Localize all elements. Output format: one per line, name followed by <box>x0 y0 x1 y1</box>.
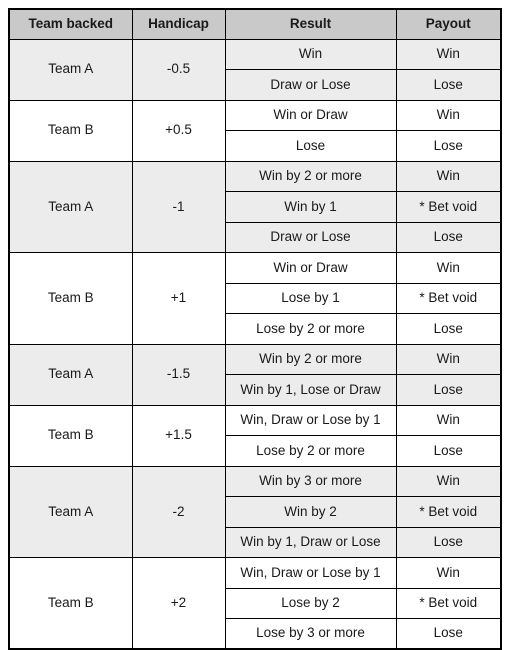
cell-team-backed: Team B <box>8 252 133 345</box>
cell-result: Win by 1 <box>224 191 397 223</box>
cell-payout: * Bet void <box>395 587 502 619</box>
cell-result: Lose by 2 or more <box>224 313 397 345</box>
cell-payout: Win <box>395 160 502 192</box>
cell-handicap: +1.5 <box>131 404 226 467</box>
table-body: Team A -0.5 Win Win Draw or Lose Lose Team B +0… <box>8 38 502 650</box>
cell-handicap: +0.5 <box>131 99 226 162</box>
cell-payout: Lose <box>395 526 502 558</box>
table-header-row: Team backed Handicap Result Payout <box>8 8 502 40</box>
cell-result: Win or Draw <box>224 99 397 131</box>
cell-payout: Lose <box>395 618 502 650</box>
cell-payout: * Bet void <box>395 282 502 314</box>
cell-payout: Lose <box>395 221 502 253</box>
cell-payout: Lose <box>395 69 502 101</box>
cell-result: Win by 2 or more <box>224 160 397 192</box>
cell-handicap: -2 <box>131 465 226 558</box>
cell-payout: Win <box>395 465 502 497</box>
table-row: Team B +1.5 Win, Draw or Lose by 1 Win <box>8 404 502 467</box>
column-header-team-backed: Team backed <box>8 8 133 40</box>
table-row: Team B +2 Win, Draw or Lose by 1 Win <box>8 557 502 650</box>
cell-result: Lose <box>224 130 397 162</box>
cell-result: Win, Draw or Lose by 1 <box>224 557 397 589</box>
cell-payout: Lose <box>395 313 502 345</box>
cell-team-backed: Team A <box>8 343 133 406</box>
cell-result: Win, Draw or Lose by 1 <box>224 404 397 436</box>
cell-result: Draw or Lose <box>224 69 397 101</box>
table-row: Team A -2 Win by 3 or more Win <box>8 465 502 558</box>
cell-team-backed: Team A <box>8 465 133 558</box>
cell-result: Draw or Lose <box>224 221 397 253</box>
table-header: Team backed Handicap Result Payout <box>8 8 502 40</box>
cell-payout: Lose <box>395 374 502 406</box>
table-row: Team A -1 Win by 2 or more Win <box>8 160 502 253</box>
column-header-handicap: Handicap <box>131 8 226 40</box>
cell-result: Lose by 3 or more <box>224 618 397 650</box>
cell-payout: * Bet void <box>395 496 502 528</box>
cell-result: Lose by 2 <box>224 587 397 619</box>
table-row: Team A -0.5 Win Win <box>8 38 502 101</box>
cell-payout: Win <box>395 557 502 589</box>
cell-payout: * Bet void <box>395 191 502 223</box>
column-header-payout: Payout <box>395 8 502 40</box>
cell-result: Win by 2 <box>224 496 397 528</box>
cell-payout: Win <box>395 38 502 70</box>
cell-team-backed: Team B <box>8 557 133 650</box>
cell-payout: Win <box>395 343 502 375</box>
table-row: Team B +0.5 Win or Draw Win <box>8 99 502 162</box>
cell-result: Win by 2 or more <box>224 343 397 375</box>
cell-payout: Lose <box>395 130 502 162</box>
handicap-table-container: Team backed Handicap Result Payout Team … <box>8 8 502 650</box>
cell-result: Lose by 1 <box>224 282 397 314</box>
cell-team-backed: Team A <box>8 160 133 253</box>
cell-result: Win <box>224 38 397 70</box>
cell-handicap: -1.5 <box>131 343 226 406</box>
cell-result: Win by 3 or more <box>224 465 397 497</box>
cell-result: Win or Draw <box>224 252 397 284</box>
cell-result: Win by 1, Draw or Lose <box>224 526 397 558</box>
cell-team-backed: Team A <box>8 38 133 101</box>
cell-payout: Win <box>395 252 502 284</box>
cell-handicap: +2 <box>131 557 226 650</box>
cell-result: Win by 1, Lose or Draw <box>224 374 397 406</box>
table-row: Team A -1.5 Win by 2 or more Win <box>8 343 502 406</box>
cell-team-backed: Team B <box>8 404 133 467</box>
cell-handicap: -0.5 <box>131 38 226 101</box>
column-header-result: Result <box>224 8 397 40</box>
cell-team-backed: Team B <box>8 99 133 162</box>
asian-handicap-payout-table: Team backed Handicap Result Payout Team … <box>8 8 502 650</box>
cell-result: Lose by 2 or more <box>224 435 397 467</box>
cell-payout: Lose <box>395 435 502 467</box>
cell-payout: Win <box>395 99 502 131</box>
cell-handicap: -1 <box>131 160 226 253</box>
cell-handicap: +1 <box>131 252 226 345</box>
table-row: Team B +1 Win or Draw Win <box>8 252 502 345</box>
cell-payout: Win <box>395 404 502 436</box>
